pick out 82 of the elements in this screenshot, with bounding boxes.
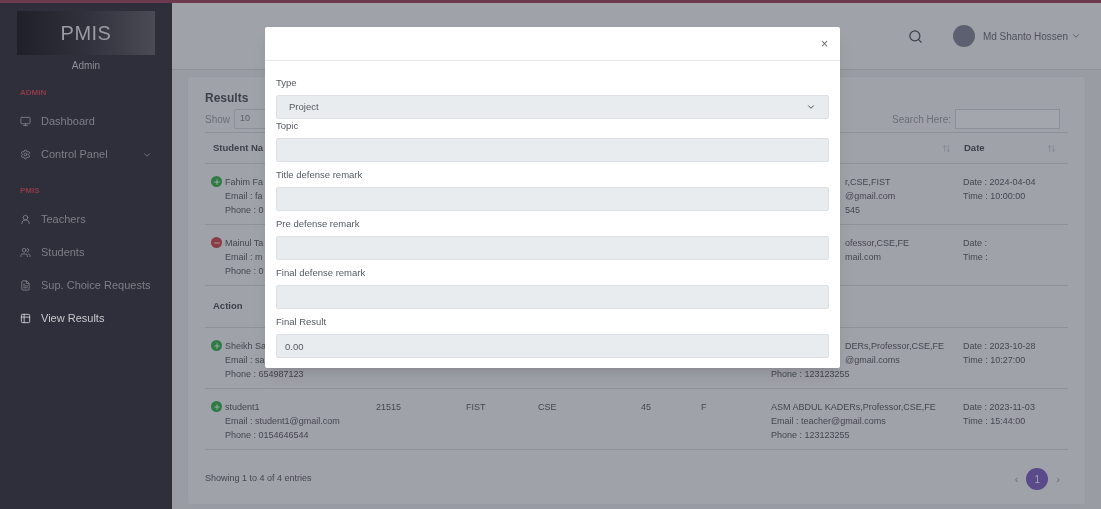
sidebar-item[interactable]: Dashboard bbox=[8, 105, 164, 138]
column-header[interactable]: Date bbox=[964, 140, 985, 156]
date-info: Date : 2024-04-04 bbox=[963, 176, 1036, 189]
gear-icon bbox=[20, 149, 31, 160]
table-cell: CSE bbox=[538, 402, 557, 412]
chevron-icon bbox=[806, 102, 816, 112]
sidebar-item[interactable]: Sup. Choice Requests bbox=[8, 269, 164, 302]
user-name[interactable]: Md Shanto Hossen bbox=[982, 28, 1068, 44]
student-info: Email : sa bbox=[225, 354, 265, 367]
supervisor-info: r,CSE,FIST bbox=[845, 176, 891, 189]
search-icon[interactable] bbox=[907, 28, 923, 44]
date-info: Time : 10:27:00 bbox=[963, 354, 1027, 367]
section-title: ADMIN bbox=[20, 87, 47, 99]
student-info: Mainul Ta bbox=[225, 237, 264, 250]
field-label: Final Result bbox=[276, 316, 327, 328]
sidebar-item[interactable]: View Results bbox=[8, 302, 164, 335]
supervisor-info: DERs,Professor,CSE,FE bbox=[845, 340, 945, 353]
card-title: Results bbox=[205, 91, 249, 105]
date-info: Time : 10:00:00 bbox=[963, 190, 1027, 203]
table-cell: F bbox=[701, 402, 707, 412]
sidebar-item[interactable]: Students bbox=[8, 236, 164, 269]
chevron-icon bbox=[1071, 31, 1081, 41]
sidebar-item[interactable]: Teachers bbox=[8, 203, 164, 236]
supervisor-info: Email : teacher@gmail.coms bbox=[771, 415, 886, 428]
prev-page-button[interactable]: ‹ bbox=[1014, 470, 1019, 488]
type-select[interactable]: Project bbox=[276, 95, 829, 119]
student-info: Phone : 0 bbox=[225, 204, 264, 217]
page-button[interactable]: 1 bbox=[1026, 468, 1049, 490]
input-field[interactable]: 0.00 bbox=[276, 334, 829, 358]
student-info: Email : fa bbox=[225, 190, 263, 203]
supervisor-info: ofessor,CSE,FE bbox=[845, 237, 910, 250]
date-info: Time : 15:44:00 bbox=[963, 415, 1027, 428]
input-field[interactable] bbox=[276, 187, 829, 211]
table-cell: FIST bbox=[466, 402, 486, 412]
expand-icon[interactable] bbox=[211, 176, 222, 187]
section-title: PMIS bbox=[20, 185, 40, 197]
date-info: Date : 2023-11-03 bbox=[963, 401, 1035, 414]
collapse-icon[interactable] bbox=[211, 237, 222, 248]
person-icon bbox=[20, 214, 31, 225]
date-info: Date : bbox=[963, 237, 988, 250]
supervisor-info: Phone : 123123255 bbox=[771, 368, 850, 381]
student-info: Fahim Fa bbox=[225, 176, 263, 189]
table-cell: 21515 bbox=[376, 402, 402, 412]
supervisor-info: mail.com bbox=[845, 251, 881, 264]
student-info: Email : student1@gmail.com bbox=[225, 415, 340, 428]
date-info: Date : 2023-10-28 bbox=[963, 340, 1036, 353]
next-page-button[interactable]: › bbox=[1056, 470, 1060, 488]
student-info: Phone : 654987123 bbox=[225, 368, 304, 381]
sidebar-item[interactable]: Control Panel bbox=[8, 138, 164, 171]
input-field[interactable] bbox=[276, 138, 829, 162]
role-label: Admin bbox=[71, 59, 101, 73]
student-info: Email : m bbox=[225, 251, 263, 264]
input-field[interactable] bbox=[276, 285, 829, 309]
date-info: Time : bbox=[963, 251, 988, 264]
supervisor-info: ASM ABDUL KADERs,Professor,CSE,FE bbox=[771, 401, 936, 414]
sort-icon[interactable] bbox=[942, 143, 951, 153]
field-label: Title defense remark bbox=[276, 169, 363, 181]
student-info: Phone : 0154646544 bbox=[225, 429, 309, 442]
supervisor-info: 545 bbox=[845, 204, 861, 217]
field-label: Type bbox=[276, 77, 297, 89]
expand-icon[interactable] bbox=[211, 401, 222, 412]
supervisor-info: @gmail.coms bbox=[845, 354, 900, 367]
input-field[interactable] bbox=[276, 236, 829, 260]
student-info: Sheikh Sa bbox=[225, 340, 267, 353]
close-button[interactable]: × bbox=[821, 34, 828, 53]
logo-banner: PMIS bbox=[17, 11, 155, 55]
sort-icon[interactable] bbox=[1047, 143, 1056, 153]
table-icon bbox=[20, 313, 31, 324]
document-icon bbox=[20, 280, 31, 291]
field-label: Pre defense remark bbox=[276, 218, 360, 230]
expand-icon[interactable] bbox=[211, 340, 222, 351]
avatar[interactable] bbox=[952, 25, 975, 47]
monitor-icon bbox=[20, 116, 31, 127]
supervisor-info: Phone : 123123255 bbox=[771, 429, 850, 442]
detail-label: Action bbox=[212, 299, 243, 314]
field-label: Final defense remark bbox=[276, 267, 366, 279]
student-info: Phone : 0 bbox=[225, 265, 264, 278]
supervisor-info: @gmail.com bbox=[845, 190, 896, 203]
student-info: student1 bbox=[225, 401, 260, 414]
table-cell: 45 bbox=[641, 402, 651, 412]
entries-info: Showing 1 to 4 of 4 entries bbox=[205, 472, 312, 486]
users-icon bbox=[20, 247, 31, 258]
